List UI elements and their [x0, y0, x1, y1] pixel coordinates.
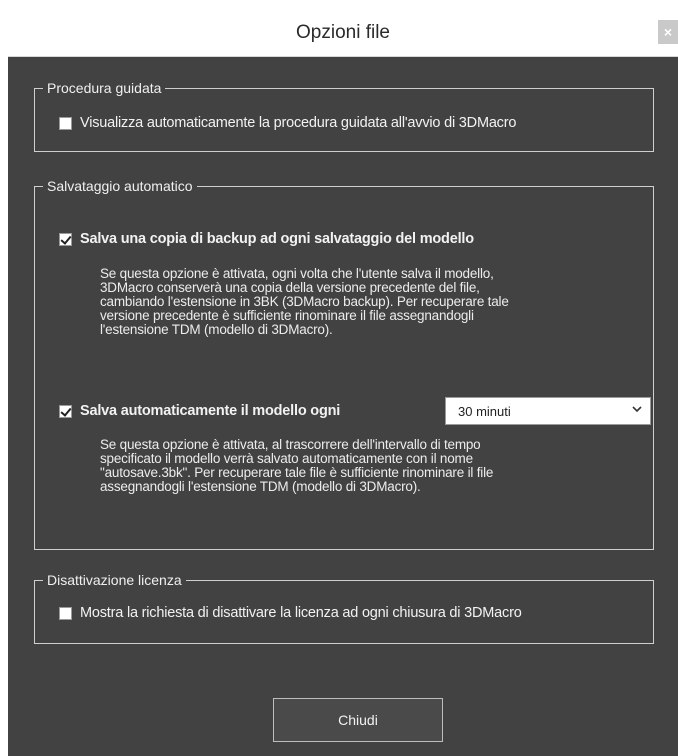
backup-description: Se questa opzione è attivata, ogni volta… — [100, 267, 509, 337]
wizard-checkbox-row[interactable]: Visualizza automaticamente la procedura … — [59, 115, 516, 131]
backup-checkbox[interactable] — [59, 232, 72, 246]
window-title: Opzioni file — [296, 22, 390, 43]
autosave-interval-value: 30 minuti — [458, 404, 511, 419]
title-bar: Opzioni file × — [8, 0, 678, 57]
description-line: 3DMacro conserverà una copia della versi… — [100, 280, 480, 295]
wizard-checkbox[interactable] — [59, 116, 72, 130]
license-checkbox-row[interactable]: Mostra la richiesta di disattivare la li… — [59, 605, 522, 621]
license-checkbox[interactable] — [59, 606, 72, 620]
close-button[interactable]: Chiudi — [273, 698, 443, 742]
license-checkbox-label: Mostra la richiesta di disattivare la li… — [80, 605, 522, 621]
close-icon[interactable]: × — [658, 20, 678, 44]
backup-checkbox-row[interactable]: Salva una copia di backup ad ogni salvat… — [59, 231, 474, 247]
group-legend: Disattivazione licenza — [43, 572, 186, 588]
wizard-checkbox-label: Visualizza automaticamente la procedura … — [80, 115, 517, 131]
description-line: l'estensione TDM (modello di 3DMacro). — [100, 322, 333, 337]
chevron-down-icon[interactable] — [632, 403, 642, 418]
group-legend: Salvataggio automatico — [43, 178, 197, 194]
description-line: cambiando l'estensione in 3BK (3DMacro b… — [100, 294, 509, 309]
description-line: specificato il modello verrà salvato aut… — [100, 451, 473, 466]
description-line: assegnandogli l'estensione TDM (modello … — [100, 479, 421, 494]
autosave-interval-select[interactable]: 30 minuti — [445, 397, 651, 425]
autosave-checkbox[interactable] — [59, 404, 72, 418]
backup-checkbox-label: Salva una copia di backup ad ogni salvat… — [80, 231, 474, 247]
autosave-checkbox-row[interactable]: Salva automaticamente il modello ogni — [59, 403, 340, 419]
autosave-description: Se questa opzione è attivata, al trascor… — [100, 438, 493, 494]
description-line: Se questa opzione è attivata, ogni volta… — [100, 266, 494, 281]
options-dialog: Opzioni file × Procedura guidata Visuali… — [8, 0, 678, 756]
description-line: Se questa opzione è attivata, al trascor… — [100, 437, 481, 452]
autosave-checkbox-label: Salva automaticamente il modello ogni — [80, 403, 341, 419]
group-legend: Procedura guidata — [43, 80, 166, 96]
description-line: versione precedente è sufficiente rinomi… — [100, 308, 474, 323]
description-line: "autosave.3bk". Per recuperare tale file… — [100, 465, 494, 480]
